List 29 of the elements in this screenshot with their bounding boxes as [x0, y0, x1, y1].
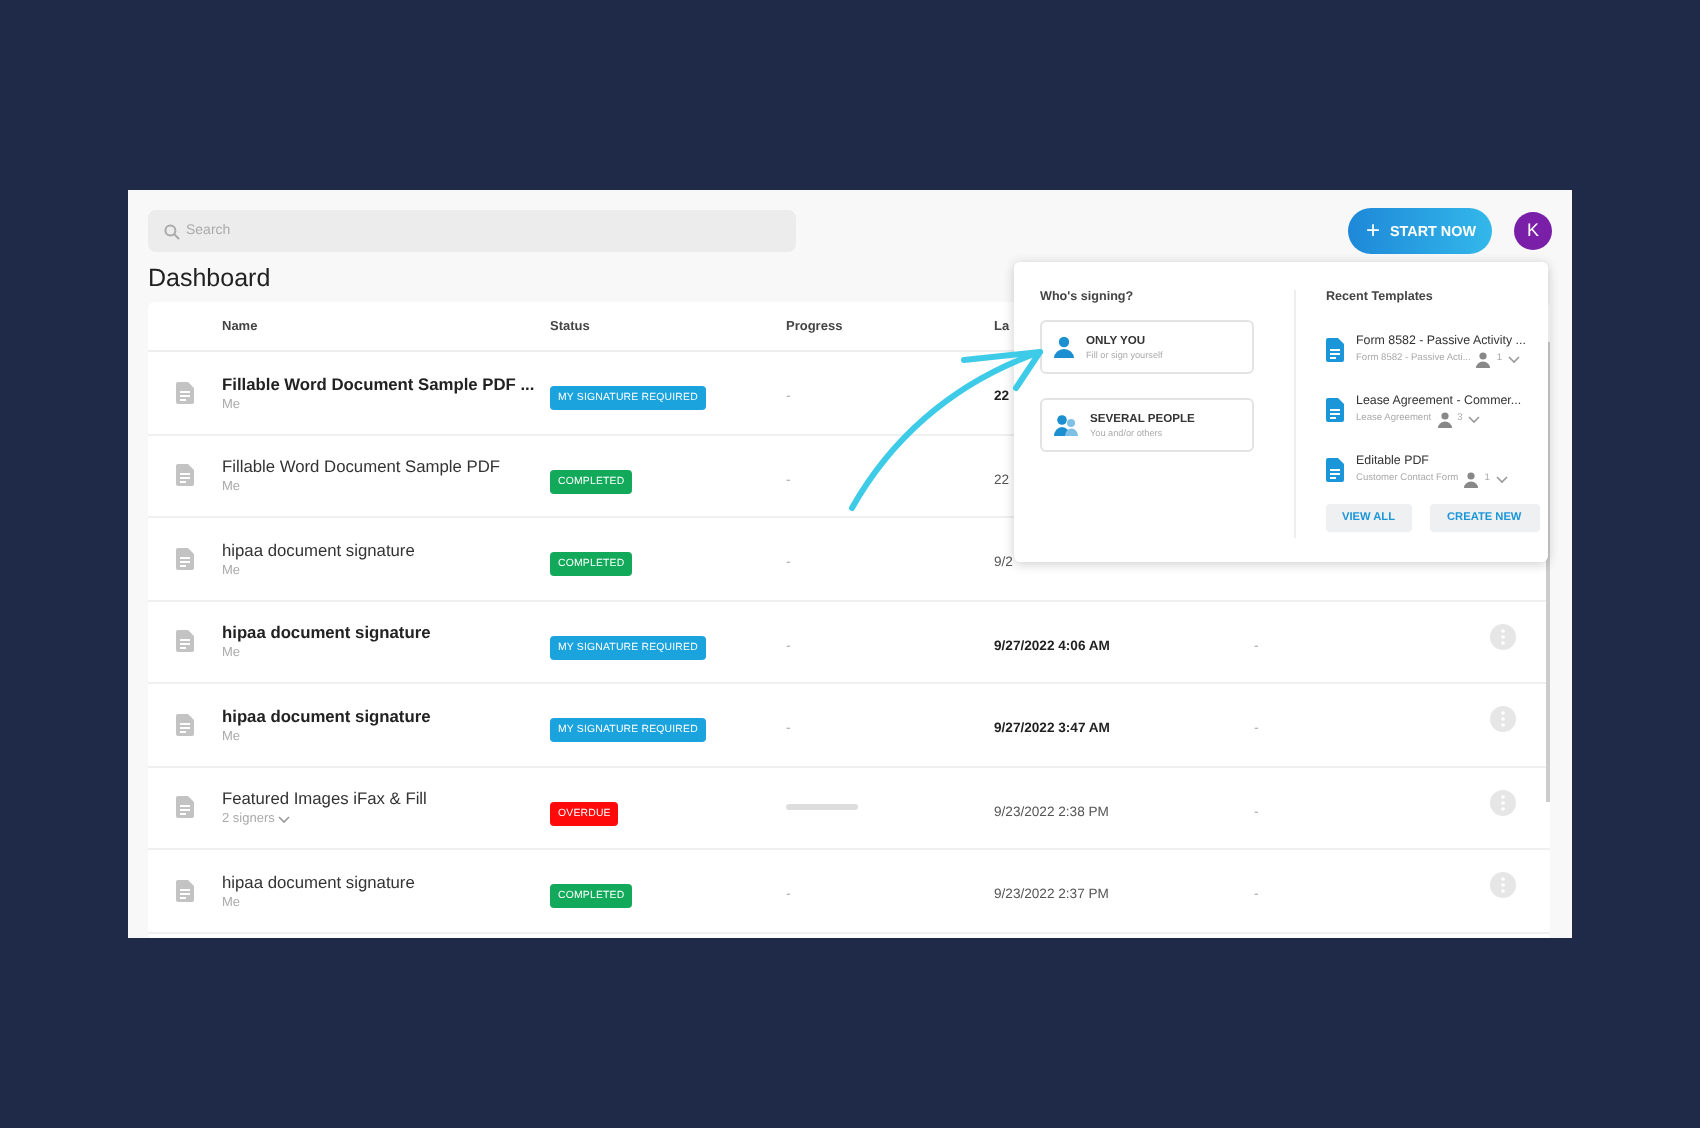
document-name[interactable]: Fillable Word Document Sample PDF ... — [222, 373, 550, 394]
caret-icon[interactable] — [1508, 355, 1520, 363]
people-icon — [1054, 414, 1078, 436]
document-name[interactable]: hipaa document signature — [222, 871, 550, 892]
document-icon — [176, 713, 194, 736]
person-icon — [1054, 336, 1074, 358]
document-icon — [176, 464, 194, 487]
search-icon — [164, 223, 180, 239]
document-name[interactable]: hipaa document signature — [222, 622, 550, 643]
document-icon — [1326, 458, 1344, 482]
caret-icon[interactable] — [278, 815, 291, 824]
caret-icon[interactable] — [1468, 415, 1481, 423]
document-icon — [1326, 338, 1344, 362]
document-icon — [176, 879, 194, 902]
page-title: Dashboard — [148, 264, 273, 292]
document-name[interactable]: hipaa document signature — [222, 705, 550, 726]
document-name[interactable]: Fillable Word Document Sample PDF — [222, 456, 550, 477]
avatar[interactable]: K — [1514, 211, 1552, 249]
person-icon — [1476, 351, 1491, 367]
document-icon — [176, 381, 194, 404]
document-name[interactable]: hipaa document signature — [222, 539, 550, 560]
person-icon — [1437, 411, 1452, 427]
document-icon — [176, 630, 194, 653]
person-icon — [1464, 471, 1479, 487]
caret-icon[interactable] — [1495, 475, 1508, 483]
document-icon — [176, 796, 194, 819]
document-icon — [1326, 398, 1344, 422]
document-name[interactable]: Featured Images iFax & Fill — [222, 788, 550, 809]
document-icon — [176, 547, 194, 570]
